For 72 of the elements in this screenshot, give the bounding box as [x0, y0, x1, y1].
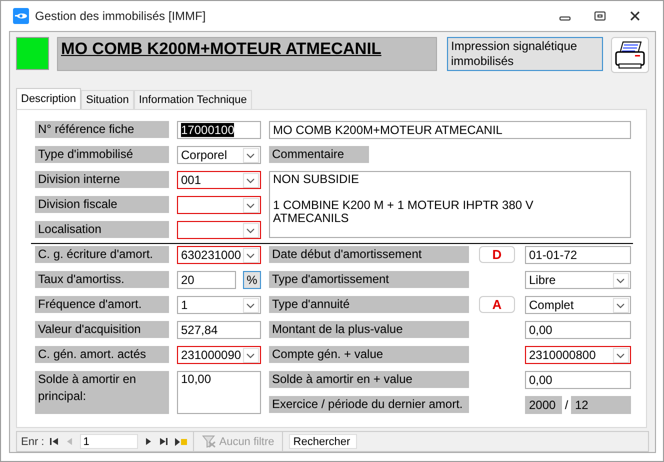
- input-field: 12: [571, 396, 631, 414]
- field-label: Localisation: [35, 221, 169, 238]
- percent-button[interactable]: %: [243, 271, 261, 289]
- input-field[interactable]: 10,00: [177, 371, 261, 414]
- separator-text: /: [564, 397, 570, 414]
- chevron-down-icon[interactable]: [243, 148, 259, 163]
- dropdown[interactable]: Corporel: [177, 146, 261, 164]
- chevron-down-icon[interactable]: [243, 348, 259, 363]
- search-field[interactable]: Rechercher: [289, 434, 358, 449]
- chevron-down-icon[interactable]: [243, 198, 259, 213]
- record-field[interactable]: 1: [80, 434, 138, 449]
- input-field[interactable]: 527,84: [177, 321, 261, 339]
- field-label: Type d'immobilisé: [35, 146, 169, 163]
- input-field[interactable]: 01-01-72: [525, 246, 631, 264]
- record-title: MO COMB K200M+MOTEUR ATMECANIL: [61, 40, 382, 58]
- tab[interactable]: Situation: [81, 90, 134, 109]
- field-label: Taux d'amortiss.: [35, 271, 169, 288]
- chevron-down-icon[interactable]: [243, 173, 259, 188]
- input-field[interactable]: 17000100: [177, 121, 261, 139]
- code-button[interactable]: D: [479, 246, 515, 263]
- dropdown[interactable]: Libre: [525, 271, 631, 289]
- chevron-down-icon[interactable]: [613, 298, 629, 313]
- printer-icon[interactable]: [611, 37, 649, 73]
- input-field[interactable]: 0,00: [525, 371, 631, 389]
- funnel-icon: [202, 435, 216, 448]
- chevron-down-icon[interactable]: [243, 298, 259, 313]
- field-label: Montant de la plus-value: [269, 321, 469, 338]
- chevron-down-icon[interactable]: [243, 248, 259, 263]
- input-field[interactable]: 0,00: [525, 321, 631, 339]
- field-label: Solde à amortir en + value: [269, 371, 469, 388]
- dropdown[interactable]: 630231000: [177, 246, 261, 264]
- field-label: Commentaire: [269, 146, 369, 163]
- tab[interactable]: Information Technique: [134, 90, 252, 109]
- chevron-down-icon[interactable]: [613, 273, 629, 288]
- app-icon: [13, 8, 29, 24]
- input-field: 2000: [525, 396, 562, 414]
- field-label: Compte gén. + value: [269, 346, 469, 363]
- window-title: Gestion des immobilisés [IMMF]: [35, 9, 207, 23]
- chevron-down-icon[interactable]: [243, 223, 259, 238]
- first-record-icon[interactable]: [50, 437, 60, 446]
- dropdown[interactable]: Complet: [525, 296, 631, 314]
- record-label: Enr :: [21, 436, 44, 448]
- field-label: Fréquence d'amort.: [35, 296, 169, 313]
- input-field[interactable]: MO COMB K200M+MOTEUR ATMECANIL: [269, 121, 631, 139]
- input-field[interactable]: 20: [177, 271, 236, 289]
- dropdown[interactable]: 2310000800: [525, 346, 631, 364]
- restore-icon[interactable]: [594, 10, 606, 22]
- last-record-icon[interactable]: [159, 437, 168, 446]
- new-record-icon[interactable]: [174, 436, 188, 446]
- field-label: Division interne: [35, 171, 169, 188]
- dropdown[interactable]: 1: [177, 296, 261, 314]
- comment-field[interactable]: NON SUBSIDIE 1 COMBINE K200 M + 1 MOTEUR IHPTR 380 V ATMECANILS: [269, 171, 631, 238]
- field-label: N° référence fiche: [35, 121, 169, 138]
- field-label: Type d'amortissement: [269, 271, 469, 288]
- dropdown[interactable]: 231000090: [177, 346, 261, 364]
- tab[interactable]: Description: [16, 88, 82, 109]
- field-label: Date début d'amortissement: [269, 246, 469, 263]
- dropdown[interactable]: [177, 196, 261, 214]
- print-button[interactable]: Impression signalétique immobilisés: [447, 37, 603, 71]
- field-label: Valeur d'acquisition: [35, 321, 169, 338]
- field-label: C. gén. amort. actés: [35, 346, 169, 363]
- field-label: Exercice / période du dernier amort.: [269, 396, 469, 413]
- field-label: Type d'annuité: [269, 296, 469, 313]
- dropdown[interactable]: [177, 221, 261, 239]
- field-label: C. g. écriture d'amort.: [35, 246, 169, 263]
- chevron-down-icon[interactable]: [613, 348, 629, 363]
- close-icon[interactable]: [629, 10, 641, 22]
- field-label: Division fiscale: [35, 196, 169, 213]
- code-button[interactable]: A: [479, 296, 515, 313]
- next-record-icon[interactable]: [144, 437, 154, 446]
- dropdown[interactable]: 001: [177, 171, 261, 189]
- field-label: Solde à amortir en principal:: [35, 371, 169, 414]
